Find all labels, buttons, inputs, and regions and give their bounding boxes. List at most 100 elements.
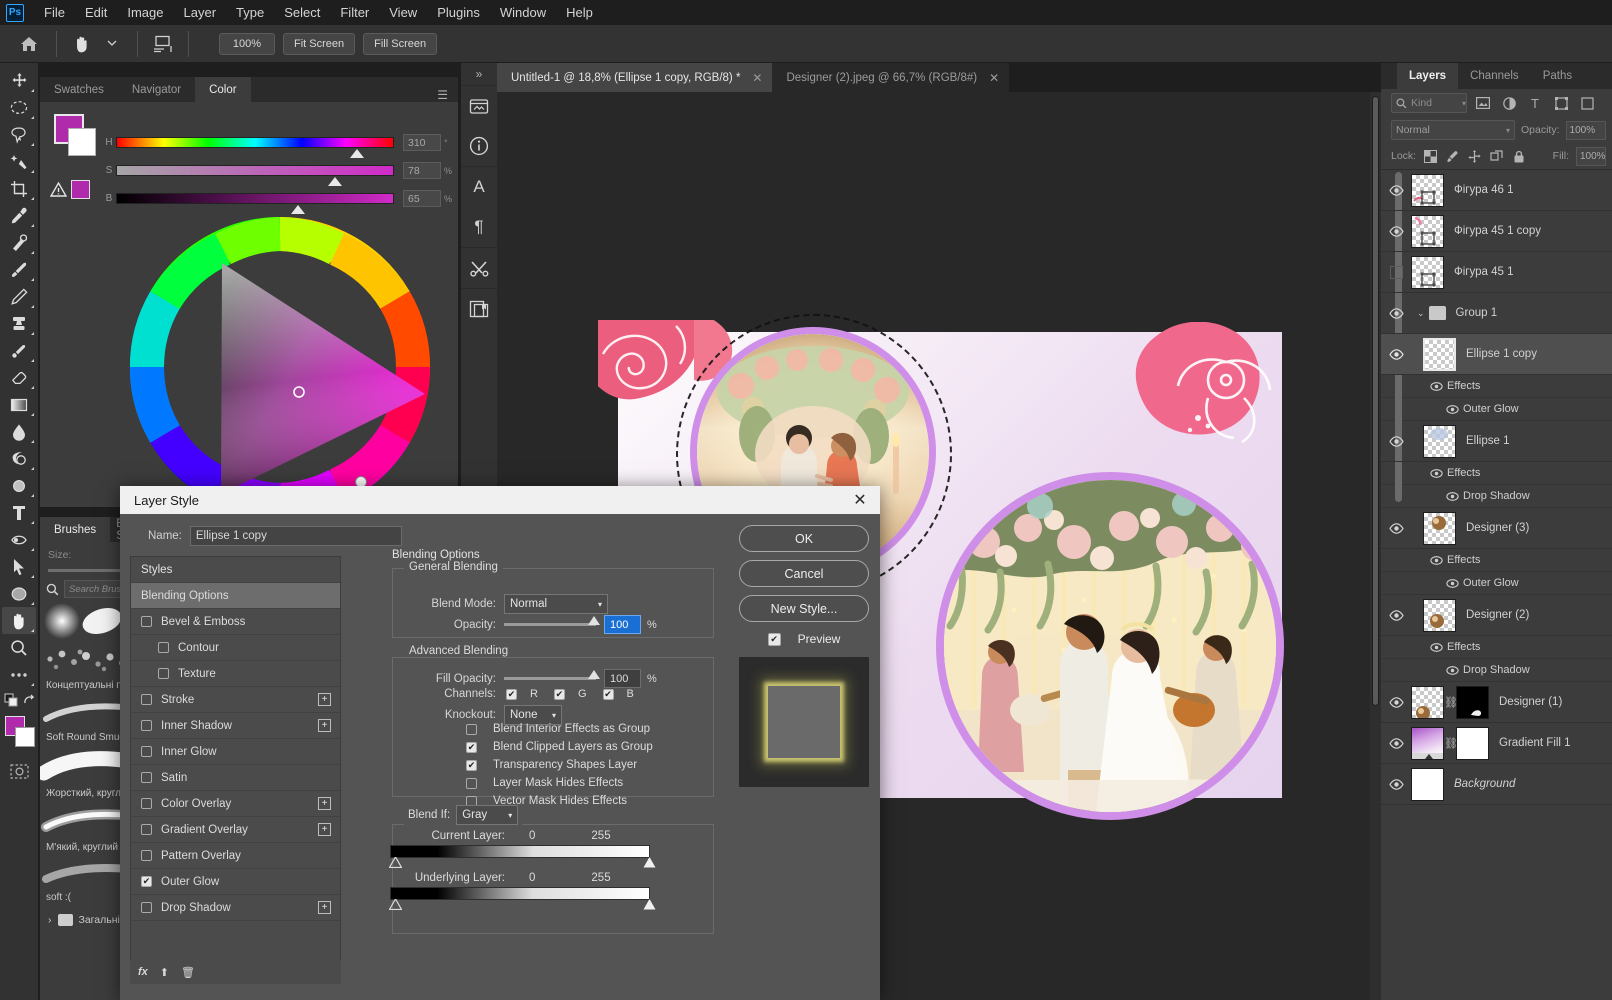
chevron-down-icon[interactable]: ▾ xyxy=(508,811,512,820)
move-tool[interactable] xyxy=(2,67,36,94)
delete-effect-icon[interactable]: 🗑 xyxy=(181,966,195,979)
paragraph-icon[interactable]: ¶ xyxy=(461,207,497,247)
layer-name[interactable]: Designer (2) xyxy=(1466,609,1529,621)
canvas-vertical-scrollbar[interactable] xyxy=(1370,92,1381,1000)
table-row[interactable]: Фігура 45 1 xyxy=(1381,252,1612,293)
current-layer-white-slider[interactable] xyxy=(643,857,656,868)
add-effect-icon[interactable]: + xyxy=(318,719,331,732)
menu-layer[interactable]: Layer xyxy=(174,1,227,24)
fill-screen-button[interactable]: Fill Screen xyxy=(363,32,438,55)
style-row-blending-options[interactable]: Blending Options xyxy=(131,583,340,609)
fill-opacity-input[interactable]: 100 xyxy=(604,669,641,688)
blur-tool[interactable] xyxy=(2,418,36,445)
layer-opacity-field[interactable]: 100% xyxy=(1565,120,1606,140)
checkbox[interactable] xyxy=(141,720,152,731)
layer-mask-hides-effects-row[interactable]: Layer Mask Hides Effects xyxy=(466,776,653,790)
menu-select[interactable]: Select xyxy=(274,1,330,24)
underlying-layer-black-slider[interactable] xyxy=(389,899,402,910)
checkbox[interactable] xyxy=(141,824,152,835)
style-row-inner-shadow[interactable]: Inner Shadow + xyxy=(131,713,340,739)
blend-clipped-layers-row[interactable]: ✔ Blend Clipped Layers as Group xyxy=(466,740,653,754)
tab-paths[interactable]: Paths xyxy=(1531,63,1584,89)
info-icon[interactable] xyxy=(461,126,497,166)
new-style-button[interactable]: New Style... xyxy=(739,595,869,622)
close-icon[interactable]: ✕ xyxy=(752,71,762,85)
style-row-outer-glow[interactable]: ✔ Outer Glow xyxy=(131,869,340,895)
add-effect-icon[interactable]: + xyxy=(318,693,331,706)
table-row[interactable]: Designer (3) xyxy=(1381,508,1612,549)
checkbox[interactable]: ✔ xyxy=(506,688,517,700)
style-row-drop-shadow[interactable]: Drop Shadow + xyxy=(131,895,340,921)
channel-b[interactable]: ✔ B xyxy=(602,688,634,700)
layer-thumbnail[interactable] xyxy=(1411,173,1444,207)
pixel-filter-icon[interactable] xyxy=(1473,93,1493,113)
menu-edit[interactable]: Edit xyxy=(75,1,117,24)
current-layer-black-slider[interactable] xyxy=(389,857,402,868)
table-row[interactable]: ⛓ Designer (1) xyxy=(1381,682,1612,723)
pen-tool[interactable] xyxy=(2,472,36,499)
hue-value[interactable]: 310 xyxy=(403,134,441,151)
style-row-pattern-overlay[interactable]: Pattern Overlay xyxy=(131,843,340,869)
hand-tool-dropdown-icon[interactable] xyxy=(97,30,127,58)
hue-slider[interactable] xyxy=(116,137,394,158)
layer-name[interactable]: Ellipse 1 xyxy=(1466,435,1509,447)
layer-visibility-toggle[interactable] xyxy=(1381,252,1411,293)
style-row-inner-glow[interactable]: Inner Glow xyxy=(131,739,340,765)
layer-thumbnail[interactable] xyxy=(1423,337,1456,371)
lasso-tool[interactable] xyxy=(2,121,36,148)
add-effect-icon[interactable]: + xyxy=(318,823,331,836)
checkbox[interactable]: ✔ xyxy=(602,688,614,700)
home-icon[interactable] xyxy=(12,29,46,59)
gradient-fill-thumbnail[interactable] xyxy=(1411,726,1444,760)
style-row-stroke[interactable]: Stroke + xyxy=(131,687,340,713)
close-icon[interactable]: ✕ xyxy=(840,486,880,514)
adjustment-filter-icon[interactable] xyxy=(1499,93,1519,113)
lock-artboard-icon[interactable] xyxy=(1489,149,1504,164)
document-tab-designer-2[interactable]: Designer (2).jpeg @ 66,7% (RGB/8#) ✕ xyxy=(772,63,1010,92)
layer-effect-item[interactable]: Outer Glow xyxy=(1381,572,1612,595)
hue-slider-thumb[interactable] xyxy=(350,149,364,158)
chevron-down-icon[interactable]: ▾ xyxy=(552,711,556,720)
checkbox[interactable] xyxy=(158,668,169,679)
checkbox[interactable]: ✔ xyxy=(466,759,477,771)
effects-visibility-toggle[interactable] xyxy=(1425,549,1447,572)
table-row[interactable]: Ellipse 1 xyxy=(1381,421,1612,462)
layer-effects-row[interactable]: Effects xyxy=(1381,636,1612,659)
checkbox[interactable] xyxy=(466,777,477,789)
fit-screen-button[interactable]: Fit Screen xyxy=(283,32,356,55)
checkbox[interactable] xyxy=(141,798,152,809)
tab-layers[interactable]: Layers xyxy=(1397,63,1459,89)
layer-thumbnail[interactable] xyxy=(1411,255,1444,289)
layer-visibility-toggle[interactable] xyxy=(1381,764,1411,805)
color-panel-swatches[interactable] xyxy=(54,114,98,158)
saturation-value[interactable]: 78 xyxy=(403,162,441,179)
eyedropper-tool[interactable] xyxy=(2,202,36,229)
cancel-button[interactable]: Cancel xyxy=(739,560,869,587)
direct-selection-tool[interactable] xyxy=(2,553,36,580)
style-row-styles[interactable]: Styles xyxy=(131,557,340,583)
tool-presets-icon[interactable] xyxy=(461,248,497,288)
arrange-documents-icon[interactable] xyxy=(148,30,178,58)
layer-name[interactable]: Ellipse 1 copy xyxy=(1466,348,1537,360)
tab-channels[interactable]: Channels xyxy=(1458,63,1531,89)
chevron-down-icon[interactable]: ▾ xyxy=(1506,126,1510,135)
fill-opacity-slider[interactable] xyxy=(504,669,600,688)
layer-effect-item[interactable]: Outer Glow xyxy=(1381,398,1612,421)
ok-button[interactable]: OK xyxy=(739,525,869,552)
hand-tool-icon[interactable] xyxy=(67,30,97,58)
table-row[interactable]: Designer (2) xyxy=(1381,595,1612,636)
chevron-down-icon[interactable]: ⌄ xyxy=(1417,308,1425,319)
panel-menu-icon[interactable]: ☰ xyxy=(427,88,458,102)
saturation-slider[interactable] xyxy=(116,165,394,186)
channel-r[interactable]: ✔ R xyxy=(506,688,538,700)
lock-transparent-pixels-icon[interactable] xyxy=(1423,149,1438,164)
layer-name[interactable]: Group 1 xyxy=(1456,307,1498,319)
menu-file[interactable]: File xyxy=(34,1,75,24)
checkbox[interactable]: ✔ xyxy=(553,688,565,700)
layer-visibility-toggle[interactable] xyxy=(1381,211,1411,252)
layer-thumbnail[interactable] xyxy=(1411,685,1444,719)
add-effect-icon[interactable]: + xyxy=(318,901,331,914)
layer-effects-row[interactable]: Effects xyxy=(1381,375,1612,398)
layer-name[interactable]: Designer (3) xyxy=(1466,522,1529,534)
tab-brushes[interactable]: Brushes xyxy=(40,517,111,542)
